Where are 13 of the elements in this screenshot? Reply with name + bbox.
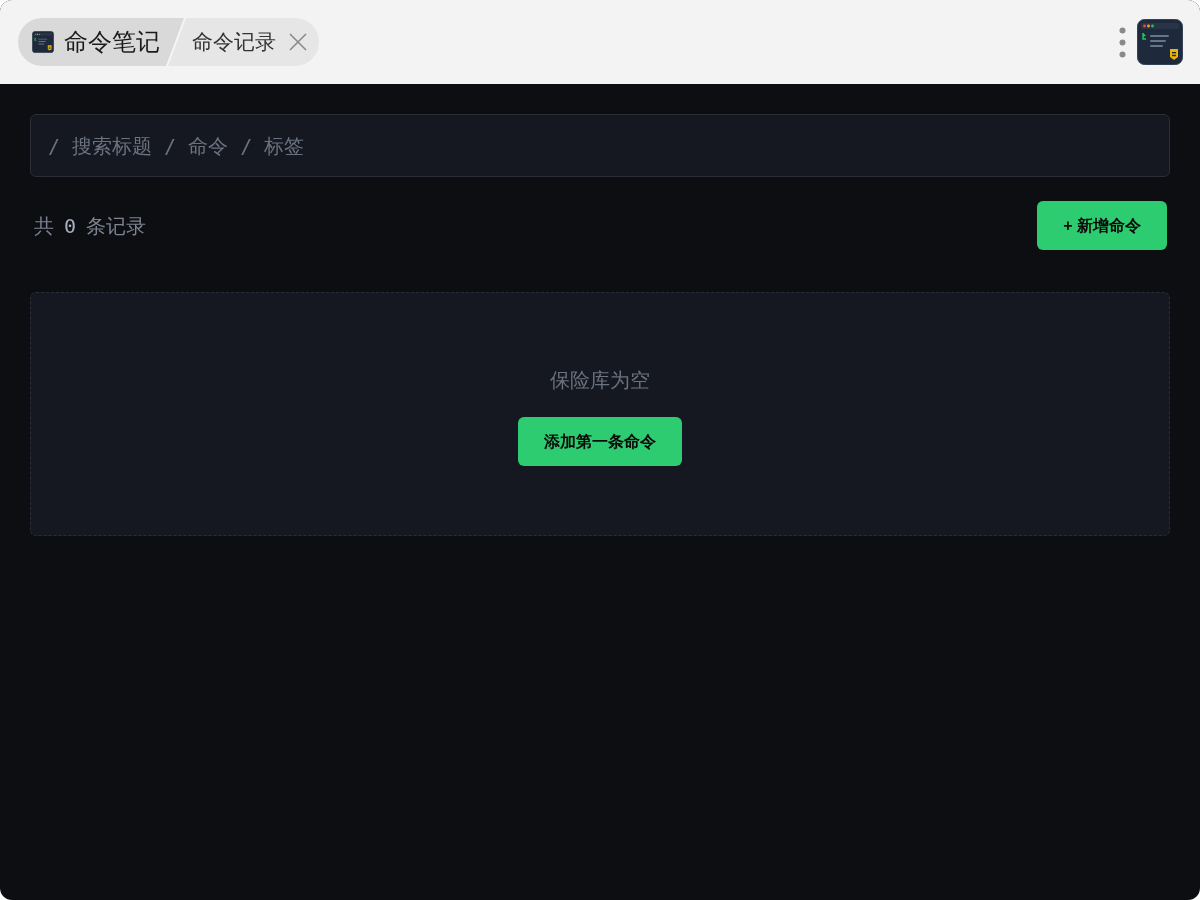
tab[interactable]: 命令记录 — [168, 18, 319, 66]
empty-state-message: 保险库为空 — [550, 368, 650, 393]
record-count-label: 条记录 — [86, 212, 147, 240]
app-logo-icon — [32, 31, 54, 53]
search-field[interactable]: / 搜索标题 / 命令 / 标签 — [30, 114, 1170, 177]
add-first-command-button[interactable]: 添加第一条命令 — [518, 417, 682, 466]
app-logo-icon — [1137, 19, 1183, 65]
app-title-tab[interactable]: 命令笔记 — [18, 18, 184, 66]
record-count-label: 共 — [34, 212, 54, 240]
add-command-button[interactable]: + 新增命令 — [1037, 201, 1167, 250]
more-menu-icon[interactable] — [1119, 26, 1126, 58]
record-count-value: 0 — [64, 212, 77, 240]
close-icon[interactable] — [289, 33, 307, 51]
